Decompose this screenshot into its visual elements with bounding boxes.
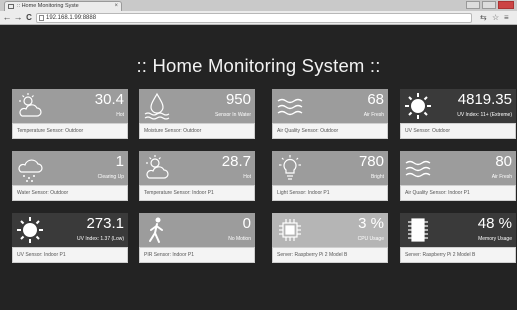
sun-icon [405, 93, 431, 119]
sensor-label: Water Sensor: Outdoor [17, 190, 69, 196]
sensor-label: Air Quality Sensor: Outdoor [277, 128, 339, 134]
forward-button[interactable]: → [13, 12, 23, 23]
sun-cloud-icon [19, 93, 42, 117]
light-bulb-icon [279, 155, 301, 180]
sensor-card: 68 Air Fresh Air Quality Sensor: Outdoor [272, 89, 388, 139]
sensor-status: Memory Usage [478, 236, 512, 242]
tab-title: :: Home Monitoring Syste [17, 3, 79, 9]
sensor-label: Temperature Sensor: Indoor P1 [144, 190, 214, 196]
sensor-value: 1 [115, 153, 124, 170]
rain-cloud-icon [18, 159, 43, 182]
sensor-value: 4819.35 [457, 91, 512, 108]
translate-icon[interactable]: ⇆ [480, 12, 487, 23]
sensor-value: 80 [495, 153, 512, 170]
sensor-label: Temperature Sensor: Outdoor [17, 128, 84, 134]
sensor-status: Bright [370, 174, 384, 180]
close-tab-icon[interactable]: × [114, 2, 118, 11]
water-drop-icon [144, 92, 170, 120]
browser-tab-bar: :: Home Monitoring Syste × [0, 0, 517, 11]
sensor-value: 0 [242, 215, 251, 232]
sensor-status: Clearing Up [97, 174, 124, 180]
sensor-value: 780 [358, 153, 384, 170]
page-title: :: Home Monitoring System :: [136, 55, 381, 76]
browser-tab[interactable]: :: Home Monitoring Syste × [4, 1, 122, 11]
sensor-value: 48 % [477, 215, 512, 232]
sensor-card: 273.1 UV Index: 1.37 (Low) UV Sensor: In… [12, 213, 128, 263]
page-favicon-icon [8, 4, 14, 9]
sensor-status: Hot [243, 174, 251, 180]
maximize-window-button[interactable] [482, 1, 496, 9]
sensor-card: 4819.35 UV Index: 11+ (Extreme) UV Senso… [400, 89, 516, 139]
walking-person-icon [149, 217, 163, 243]
sensor-value: 28.7 [221, 153, 251, 170]
sensor-status: Sensor In Water [215, 112, 251, 118]
sensor-label: UV Sensor: Indoor P1 [17, 252, 66, 258]
page-content: :: Home Monitoring System :: 30.4 Hot Te… [0, 25, 517, 310]
sun-icon [17, 217, 43, 243]
sensor-label: Light Sensor: Indoor P1 [277, 190, 330, 196]
sensor-label: Server: Raspberry Pi 2 Model B [277, 252, 348, 258]
sensor-card: 0 No Motion PIR Sensor: Indoor P1 [139, 213, 255, 263]
sensor-value: 30.4 [94, 91, 124, 108]
sensor-card: 1 Clearing Up Water Sensor: Outdoor [12, 151, 128, 201]
page-icon [39, 15, 44, 21]
sensor-value: 68 [367, 91, 384, 108]
sensor-label: UV Sensor: Outdoor [405, 128, 451, 134]
sensor-card: 780 Bright Light Sensor: Indoor P1 [272, 151, 388, 201]
sensor-card: 30.4 Hot Temperature Sensor: Outdoor [12, 89, 128, 139]
sensor-label: PIR Sensor: Indoor P1 [144, 252, 195, 258]
memory-chip-icon [408, 218, 428, 242]
sensor-card: 3 % CPU Usage Server: Raspberry Pi 2 Mod… [272, 213, 388, 263]
sensor-status: Air Fresh [491, 174, 512, 180]
sensor-status: UV Index: 11+ (Extreme) [457, 112, 512, 118]
sun-cloud-icon [146, 155, 169, 179]
sensor-status: CPU Usage [357, 236, 384, 242]
minimize-window-button[interactable] [466, 1, 480, 9]
sensor-label: Server: Raspberry Pi 2 Model B [405, 252, 476, 258]
sensor-status: Hot [116, 112, 124, 118]
sensor-label: Moisture Sensor: Outdoor [144, 128, 202, 134]
wind-icon [405, 160, 431, 178]
sensor-card: 48 % Memory Usage Server: Raspberry Pi 2… [400, 213, 516, 263]
sensor-label: Air Quality Sensor: Indoor P1 [405, 190, 470, 196]
sensor-status: No Motion [228, 236, 251, 242]
sensor-value: 3 % [358, 215, 384, 232]
bookmark-star-icon[interactable]: ☆ [492, 12, 499, 23]
sensor-value: 950 [225, 91, 251, 108]
sensor-status: UV Index: 1.37 (Low) [77, 236, 124, 242]
cpu-chip-icon [279, 219, 301, 241]
reload-button[interactable]: C [24, 12, 34, 23]
sensor-status: Air Fresh [363, 112, 384, 118]
close-window-button[interactable] [498, 1, 514, 9]
menu-icon[interactable]: ≡ [504, 12, 509, 23]
sensor-value: 273.1 [86, 215, 124, 232]
sensor-card: 28.7 Hot Temperature Sensor: Indoor P1 [139, 151, 255, 201]
address-bar[interactable]: 192.168.1.99:8888 [36, 13, 472, 23]
sensor-card: 80 Air Fresh Air Quality Sensor: Indoor … [400, 151, 516, 201]
url-text: 192.168.1.99:8888 [46, 15, 97, 21]
sensor-card: 950 Sensor In Water Moisture Sensor: Out… [139, 89, 255, 139]
browser-toolbar: ← → C 192.168.1.99:8888 ⇆ ☆ ≡ [0, 11, 517, 25]
wind-icon [277, 98, 303, 116]
back-button[interactable]: ← [2, 12, 12, 23]
